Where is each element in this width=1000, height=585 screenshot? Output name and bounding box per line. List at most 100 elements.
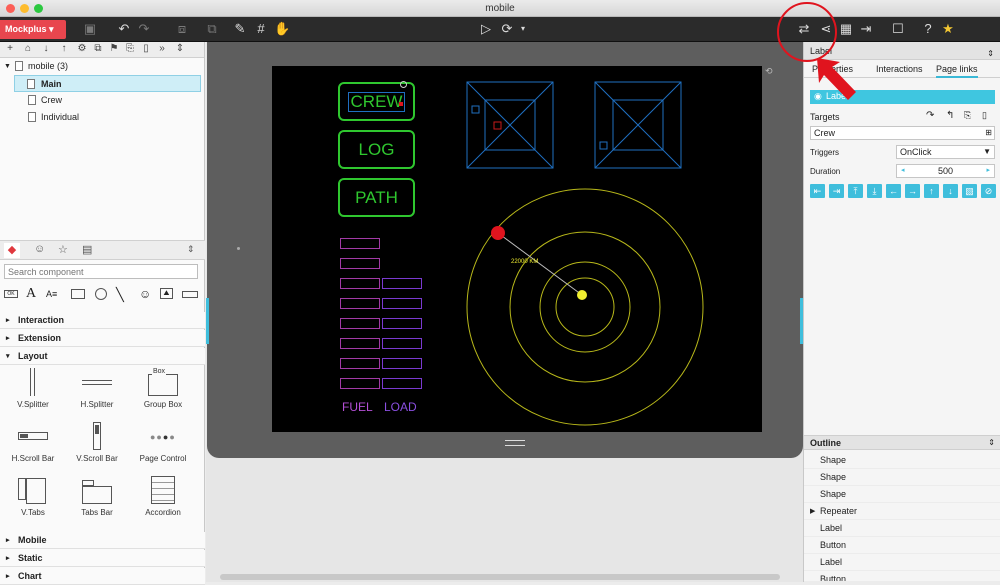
component-page-control[interactable]: ●●●● Page Control: [130, 422, 196, 463]
tree-item-main[interactable]: Main: [14, 75, 201, 92]
more-icon[interactable]: »: [156, 43, 168, 54]
tree-item-crew[interactable]: Crew: [0, 92, 204, 109]
push-up-icon[interactable]: ↑: [924, 184, 939, 198]
slide-top-in-icon[interactable]: ⤒: [848, 184, 863, 198]
tab-properties[interactable]: Properties: [812, 60, 853, 78]
target-select[interactable]: Crew ⊞: [810, 126, 995, 140]
design-canvas[interactable]: CREW LOG PATH FUEL LOAD 22000 KM ⟲: [206, 42, 803, 582]
hand-tool-icon[interactable]: ✋: [274, 21, 290, 37]
circle-shape-icon[interactable]: [95, 288, 107, 300]
component-tabs-bar[interactable]: Tabs Bar: [64, 476, 130, 517]
library-tab-icon[interactable]: ▤: [82, 243, 92, 256]
outline-item[interactable]: Shape: [804, 486, 1000, 503]
share-icon[interactable]: ⋖: [818, 21, 834, 37]
link-copy-icon[interactable]: ⎘: [964, 110, 971, 121]
collapse-panel-icon[interactable]: ⇕: [174, 43, 186, 54]
icon-shape-icon[interactable]: ☺: [139, 287, 151, 301]
delete-icon[interactable]: ▯: [140, 43, 152, 54]
push-left-icon[interactable]: ←: [886, 184, 901, 198]
outline-item[interactable]: ▶ Repeater: [804, 503, 1000, 520]
fullscreen-icon[interactable]: ☐: [890, 21, 906, 37]
tree-root[interactable]: ▼ mobile (3): [0, 58, 204, 75]
expand-triangle-icon[interactable]: ▼: [4, 58, 11, 75]
category-extension[interactable]: ▸ Extension: [0, 330, 205, 347]
chevron-down-icon[interactable]: ▼: [983, 146, 991, 158]
outline-item[interactable]: Button: [804, 537, 1000, 554]
decrement-icon[interactable]: ◂: [901, 165, 905, 177]
outline-item[interactable]: Label: [804, 520, 1000, 537]
category-interaction[interactable]: ▸ Interaction: [0, 312, 205, 329]
push-right-icon[interactable]: →: [905, 184, 920, 198]
move-up-icon[interactable]: ↑: [58, 43, 70, 54]
save-icon[interactable]: ▣: [82, 21, 98, 37]
duplicate-icon[interactable]: ⎘: [124, 43, 136, 54]
flag-icon[interactable]: ⚑: [108, 43, 120, 54]
component-v-scroll-bar[interactable]: V.Scroll Bar: [64, 422, 130, 463]
component-v-splitter[interactable]: V.Splitter: [0, 368, 66, 409]
preview-play-icon[interactable]: ▷: [478, 21, 494, 37]
redo-icon[interactable]: ↷: [136, 21, 152, 37]
duration-stepper[interactable]: ◂ 500 ▸: [896, 164, 995, 178]
zoom-window-button[interactable]: [34, 4, 43, 13]
trigger-select[interactable]: OnClick ▼: [896, 145, 995, 159]
components-tab-icon[interactable]: ◆: [4, 243, 20, 258]
outline-item[interactable]: Label: [804, 554, 1000, 571]
increment-icon[interactable]: ▸: [986, 165, 990, 177]
target-picker-icon[interactable]: ⊞: [985, 127, 992, 139]
device-resize-handle[interactable]: [505, 440, 525, 446]
canvas-h-scrollbar[interactable]: [220, 574, 780, 580]
input-shape-icon[interactable]: [182, 291, 198, 298]
mockplus-menu-button[interactable]: Mockplus ▾: [0, 20, 66, 39]
page-links-icon[interactable]: ⇄: [796, 21, 812, 37]
link-forward-icon[interactable]: ↷: [926, 110, 934, 121]
paragraph-shape-icon[interactable]: A≡: [46, 289, 57, 299]
button-shape-icon[interactable]: OK: [4, 290, 18, 298]
help-icon[interactable]: ?: [920, 21, 936, 37]
left-panel-collapse-handle[interactable]: [206, 298, 209, 344]
expand-triangle-icon[interactable]: ▶: [810, 503, 815, 520]
selected-link-row[interactable]: ◉ Label: [810, 90, 995, 104]
rotate-device-icon[interactable]: ⟲: [765, 66, 773, 77]
push-down-icon[interactable]: ↓: [943, 184, 958, 198]
category-chart[interactable]: ▸ Chart: [0, 568, 205, 585]
close-window-button[interactable]: [6, 4, 15, 13]
folder-icon[interactable]: ⌂: [22, 43, 34, 54]
line-shape-icon[interactable]: ╲: [116, 287, 124, 303]
qr-code-icon[interactable]: ▦: [838, 21, 854, 37]
favorites-tab-icon[interactable]: ☆: [58, 243, 68, 256]
component-v-tabs[interactable]: V.Tabs: [0, 476, 66, 517]
component-group-box[interactable]: Box Group Box: [130, 368, 196, 409]
tree-item-individual[interactable]: Individual: [0, 109, 204, 126]
collapse-outline-icon[interactable]: ⇕: [988, 436, 995, 450]
export-icon[interactable]: ⇥: [858, 21, 874, 37]
settings-icon[interactable]: ⚙: [76, 43, 88, 54]
text-shape-icon[interactable]: A: [26, 286, 36, 302]
format-painter-icon[interactable]: ✎: [232, 21, 248, 37]
minimize-window-button[interactable]: [20, 4, 29, 13]
category-layout[interactable]: ▾ Layout: [0, 348, 205, 365]
link-back-icon[interactable]: ↰: [946, 110, 954, 121]
collapse-components-icon[interactable]: ⇕: [187, 244, 195, 255]
slide-right-in-icon[interactable]: ⇥: [829, 184, 844, 198]
ungroup-icon[interactable]: ⧉: [204, 21, 220, 37]
search-component-input[interactable]: [4, 264, 198, 279]
component-accordion[interactable]: Accordion: [130, 476, 196, 517]
category-mobile[interactable]: ▸ Mobile: [0, 532, 205, 549]
slide-bottom-in-icon[interactable]: ⤓: [867, 184, 882, 198]
fade-icon[interactable]: ▧: [962, 184, 977, 198]
undo-icon[interactable]: ↶: [116, 21, 132, 37]
grid-icon[interactable]: #: [253, 21, 269, 37]
rectangle-shape-icon[interactable]: [71, 289, 85, 299]
component-h-splitter[interactable]: H.Splitter: [64, 368, 130, 409]
image-shape-icon[interactable]: ⛰: [160, 288, 173, 299]
sync-dropdown-icon[interactable]: ▾: [515, 21, 531, 37]
mockup-screen[interactable]: CREW LOG PATH FUEL LOAD 22000 KM: [272, 66, 762, 432]
move-down-icon[interactable]: ↓: [40, 43, 52, 54]
premium-star-icon[interactable]: ★: [940, 21, 956, 37]
emoji-tab-icon[interactable]: ☺: [34, 243, 45, 255]
outline-item[interactable]: Shape: [804, 469, 1000, 486]
link-delete-icon[interactable]: ▯: [982, 110, 987, 121]
tab-page-links[interactable]: Page links: [936, 60, 978, 78]
outline-item[interactable]: Button: [804, 571, 1000, 582]
slide-left-in-icon[interactable]: ⇤: [810, 184, 825, 198]
